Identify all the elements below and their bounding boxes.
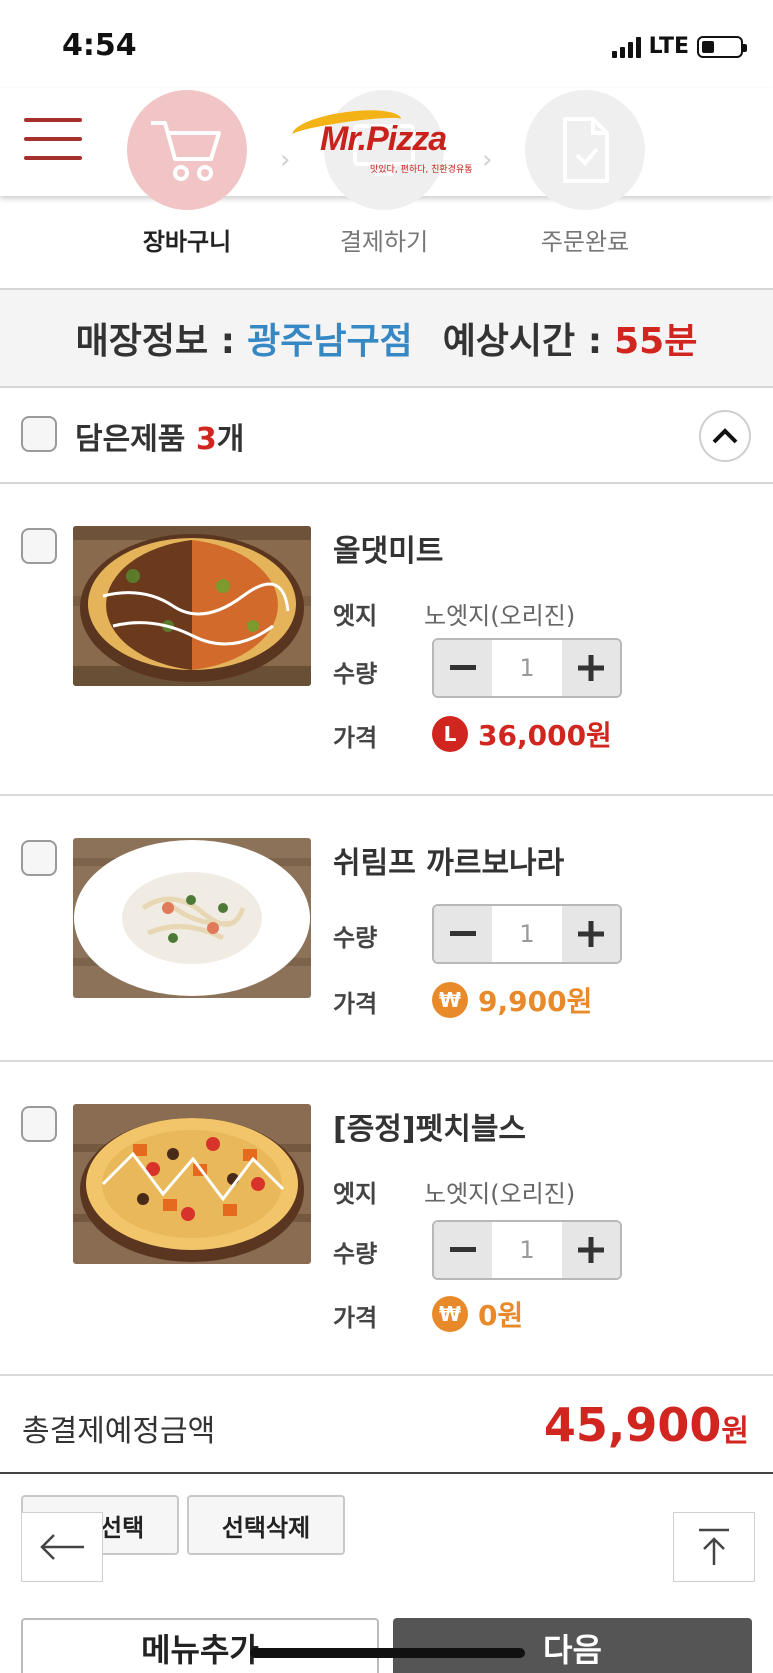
collapse-button[interactable] [699,410,751,462]
step-label-payment: 결제하기 [339,228,429,256]
total-label: 총결제예정금액 [22,1414,216,1449]
store-name: 광주남구점 [247,321,413,362]
minus-icon [450,931,476,936]
minus-icon [450,1247,476,1252]
cart-title: 담은제품 3개 [75,422,245,457]
increment-button[interactable] [562,906,620,962]
item-checkbox[interactable] [21,840,57,876]
menu-icon[interactable] [24,118,82,160]
quantity-label: 수량 [333,1240,378,1268]
eta-value: 55분 [614,321,698,362]
increment-button[interactable] [562,1222,620,1278]
size-badge: L [432,716,468,752]
next-button[interactable]: 다음 [393,1618,752,1673]
plus-icon [578,1237,604,1263]
status-bar: 4:54 LTE [0,0,773,92]
plus-icon [578,921,604,947]
cart-icon [151,121,221,181]
decrement-button[interactable] [434,640,492,696]
quantity-stepper: 1 [432,1220,622,1280]
arrow-up-icon [699,1528,729,1565]
network-type: LTE [648,34,689,59]
arrow-left-icon [40,1534,84,1560]
quantity-value[interactable]: 1 [492,1222,562,1278]
decrement-button[interactable] [434,1222,492,1278]
price-row: ₩ 9,900원 [432,980,592,1020]
item-checkbox[interactable] [21,1106,57,1142]
chevron-up-icon [712,428,738,444]
step-labels: 장바구니 결제하기 주문완료 [0,222,773,256]
total-bar: 총결제예정금액 45,900원 [0,1376,773,1474]
price-value: 36,000원 [478,719,612,752]
battery-icon [697,35,747,58]
delete-selected-button[interactable]: 선택삭제 [187,1495,345,1555]
edge-value: 노엣지(오리진) [424,1180,576,1208]
won-badge: ₩ [432,982,468,1018]
chevron-right-icon: › [482,145,493,175]
step-complete-circle [525,90,645,210]
cart-item: 올댓미트 엣지 노엣지(오리진) 수량 1 가격 L 36,000원 [0,484,773,796]
quantity-value[interactable]: 1 [492,906,562,962]
step-label-complete: 주문완료 [540,228,630,256]
add-menu-button[interactable]: 메뉴추가 [21,1618,379,1673]
total-amount: 45,900원 [543,1398,749,1452]
plus-icon [578,655,604,681]
quantity-label: 수량 [333,924,378,952]
edge-label: 엣지 [333,602,378,630]
document-icon [563,117,609,183]
quantity-value[interactable]: 1 [492,640,562,696]
chevron-right-icon: › [280,145,291,175]
select-all-checkbox[interactable] [21,416,57,452]
product-image [73,526,311,686]
eta-label: 예상시간 : [442,321,603,362]
product-name: [증정]펫치블스 [333,1112,527,1147]
status-time: 4:54 [62,28,137,63]
store-info-bar: 매장정보 : 광주남구점 예상시간 : 55분 [0,288,773,388]
price-label: 가격 [333,990,378,1018]
home-indicator [250,1648,525,1658]
quantity-stepper: 1 [432,904,622,964]
product-image [73,1104,311,1264]
price-label: 가격 [333,724,378,752]
store-label: 매장정보 : [75,321,236,362]
cart-header: 담은제품 3개 [0,388,773,484]
product-name: 쉬림프 까르보나라 [333,846,565,881]
scroll-top-button[interactable] [673,1512,755,1582]
product-name: 올댓미트 [333,534,444,569]
mrpizza-logo[interactable]: Mr.Pizza 맛있다, 편하다, 친환경유통 [290,104,482,175]
price-row: L 36,000원 [432,714,612,754]
quantity-stepper: 1 [432,638,622,698]
won-badge: ₩ [432,1296,468,1332]
item-checkbox[interactable] [21,528,57,564]
cart-item: [증정]펫치블스 엣지 노엣지(오리진) 수량 1 가격 ₩ 0원 [0,1062,773,1376]
back-button[interactable] [21,1512,103,1582]
step-label-cart: 장바구니 [142,228,232,256]
price-value: 0원 [478,1299,524,1332]
price-row: ₩ 0원 [432,1294,523,1334]
signal-icon [611,36,641,58]
step-cart-circle [127,90,247,210]
status-icons: LTE [611,34,747,59]
increment-button[interactable] [562,640,620,696]
price-label: 가격 [333,1304,378,1332]
cart-count: 3 [195,422,217,457]
minus-icon [450,665,476,670]
price-value: 9,900원 [478,985,593,1018]
decrement-button[interactable] [434,906,492,962]
quantity-label: 수량 [333,660,378,688]
edge-label: 엣지 [333,1180,378,1208]
product-image [73,838,311,998]
cart-item: 쉬림프 까르보나라 수량 1 가격 ₩ 9,900원 [0,796,773,1062]
edge-value: 노엣지(오리진) [424,602,576,630]
